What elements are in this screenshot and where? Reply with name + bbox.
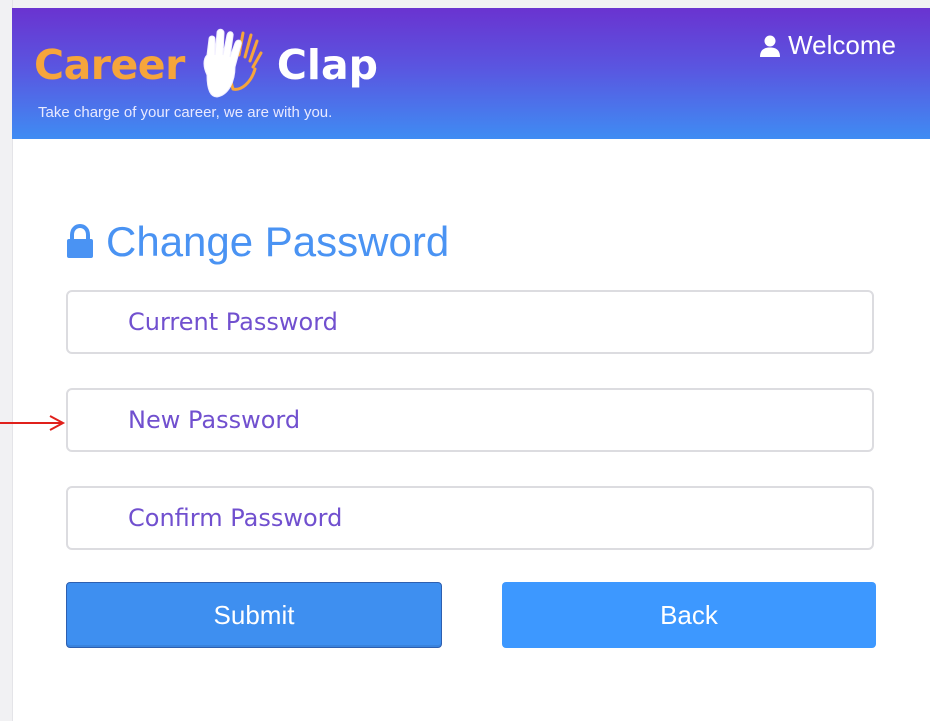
user-menu[interactable]: Welcome xyxy=(758,30,896,61)
new-password-field[interactable] xyxy=(66,388,874,452)
app-header: Career Clap Take charge of your career, … xyxy=(12,8,930,139)
back-button[interactable]: Back xyxy=(502,582,876,648)
careerclap-logo[interactable]: Career Clap xyxy=(34,28,378,100)
lock-icon xyxy=(67,224,93,258)
page-title: Change Password xyxy=(64,218,449,266)
logo-word-career: Career xyxy=(34,41,185,89)
page-title-text: Change Password xyxy=(106,218,450,265)
confirm-password-field[interactable] xyxy=(66,486,874,550)
annotation-arrow-icon xyxy=(0,415,66,431)
user-icon xyxy=(760,35,781,57)
clapping-hands-icon xyxy=(203,28,263,98)
logo-word-clap: Clap xyxy=(276,41,378,89)
current-password-field[interactable] xyxy=(66,290,874,354)
welcome-label: Welcome xyxy=(788,30,896,60)
tagline: Take charge of your career, we are with … xyxy=(38,104,333,121)
window-top-strip xyxy=(0,0,930,8)
submit-button[interactable]: Submit xyxy=(66,582,442,648)
